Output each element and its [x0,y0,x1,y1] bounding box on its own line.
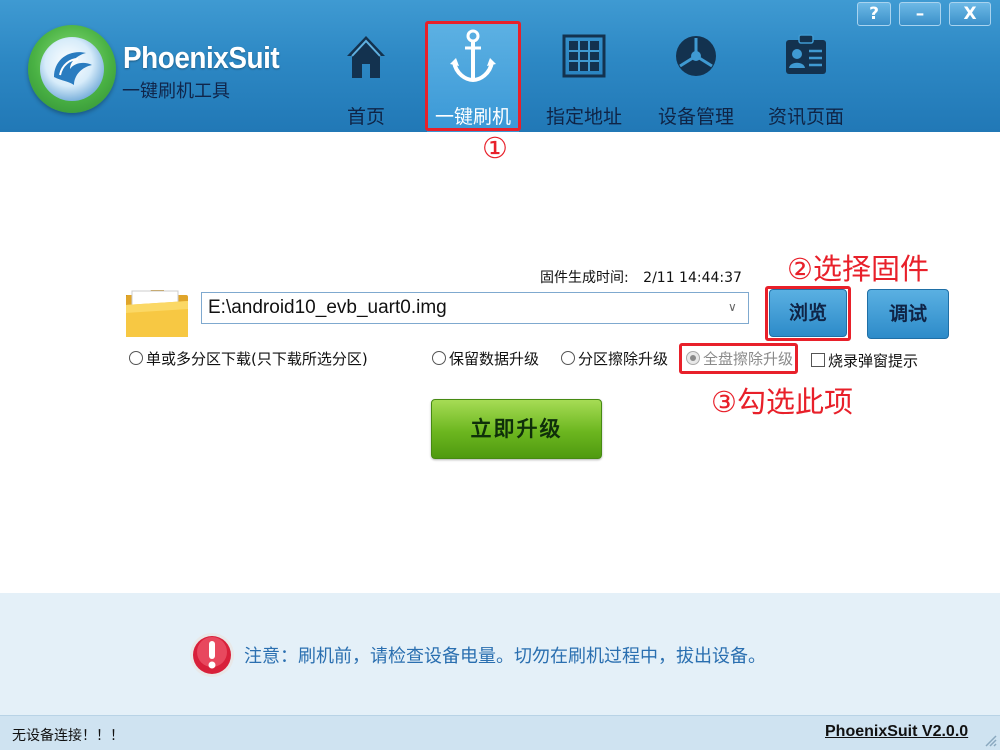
nav-item-news-page[interactable]: 资讯页面 [765,0,847,132]
notice-text: 注意：刷机前，请检查设备电量。切勿在刷机过程中，拔出设备。 [244,646,766,667]
status-bar: 无设备连接！！！ PhoenixSuit V2.0.0 [0,715,1000,750]
help-button[interactable]: ? [857,2,891,26]
option-keep-data[interactable]: 保留数据升级 [432,348,539,368]
app-subtitle: 一键刷机工具 [122,81,230,102]
nav-item-home[interactable]: 首页 [336,0,396,132]
grid-icon [562,34,606,78]
folder-icon [126,290,188,337]
version-link[interactable]: PhoenixSuit V2.0.0 [825,723,968,741]
firmware-path-dropdown[interactable]: E:\android10_evb_uart0.img [201,292,749,324]
firmware-time: 固件生成时间: 2/11 14:44:37 [540,267,742,287]
debug-button[interactable]: 调试 [867,289,949,339]
radio-partition-erase[interactable] [561,351,575,365]
chevron-down-icon[interactable]: ∨ [728,300,737,314]
upgrade-now-button[interactable]: 立即升级 [431,399,602,459]
firmware-path-value: E:\android10_evb_uart0.img [208,297,447,318]
close-button[interactable]: X [949,2,991,26]
annotation-step2: ②选择固件 [787,252,929,286]
option-label-burn-popup: 烧录弹窗提示 [828,351,919,370]
nav-item-device-management[interactable]: 设备管理 [655,0,737,132]
firmware-time-label: 固件生成时间: [540,270,629,286]
checkbox-burn-popup[interactable] [811,353,825,367]
option-label-keep-data: 保留数据升级 [449,349,540,368]
app-title: PhoenixSuit [123,40,280,75]
annotation-box-step2 [765,286,851,341]
option-burn-popup[interactable]: 烧录弹窗提示 [811,350,918,370]
phoenixsuit-logo-icon [28,25,116,113]
home-icon [347,36,385,78]
option-label-single-multi: 单或多分区下载(只下载所选分区) [146,349,368,368]
minimize-button[interactable]: – [899,2,941,26]
annotation-box-step3 [679,343,798,374]
resize-grip-icon[interactable] [983,733,997,747]
annotation-step1: ① [482,131,508,165]
nav-label-device-management: 设备管理 [657,106,734,128]
connection-status: 无设备连接！！！ [12,728,124,744]
app-header: PhoenixSuit 一键刷机工具 首页 一键刷机 指定地址 设备管理 资讯页… [0,0,1000,132]
aperture-icon [676,36,716,76]
id-card-icon [786,34,826,74]
radio-keep-data[interactable] [432,351,446,365]
nav-label-news-page: 资讯页面 [767,106,844,128]
window-controls: ? – X [854,0,994,28]
nav-label-specify-address: 指定地址 [545,106,622,128]
firmware-time-value: 2/11 14:44:37 [643,270,742,286]
option-partition-erase[interactable]: 分区擦除升级 [561,348,668,368]
warning-icon [190,633,234,677]
nav-label-home: 首页 [346,106,385,128]
nav-item-specify-address[interactable]: 指定地址 [544,0,624,132]
annotation-step3: ③勾选此项 [711,385,853,419]
option-single-multi-partition[interactable]: 单或多分区下载(只下载所选分区) [129,348,368,368]
radio-single-multi[interactable] [129,351,143,365]
annotation-box-step1 [425,21,521,131]
option-label-partition-erase: 分区擦除升级 [578,349,669,368]
